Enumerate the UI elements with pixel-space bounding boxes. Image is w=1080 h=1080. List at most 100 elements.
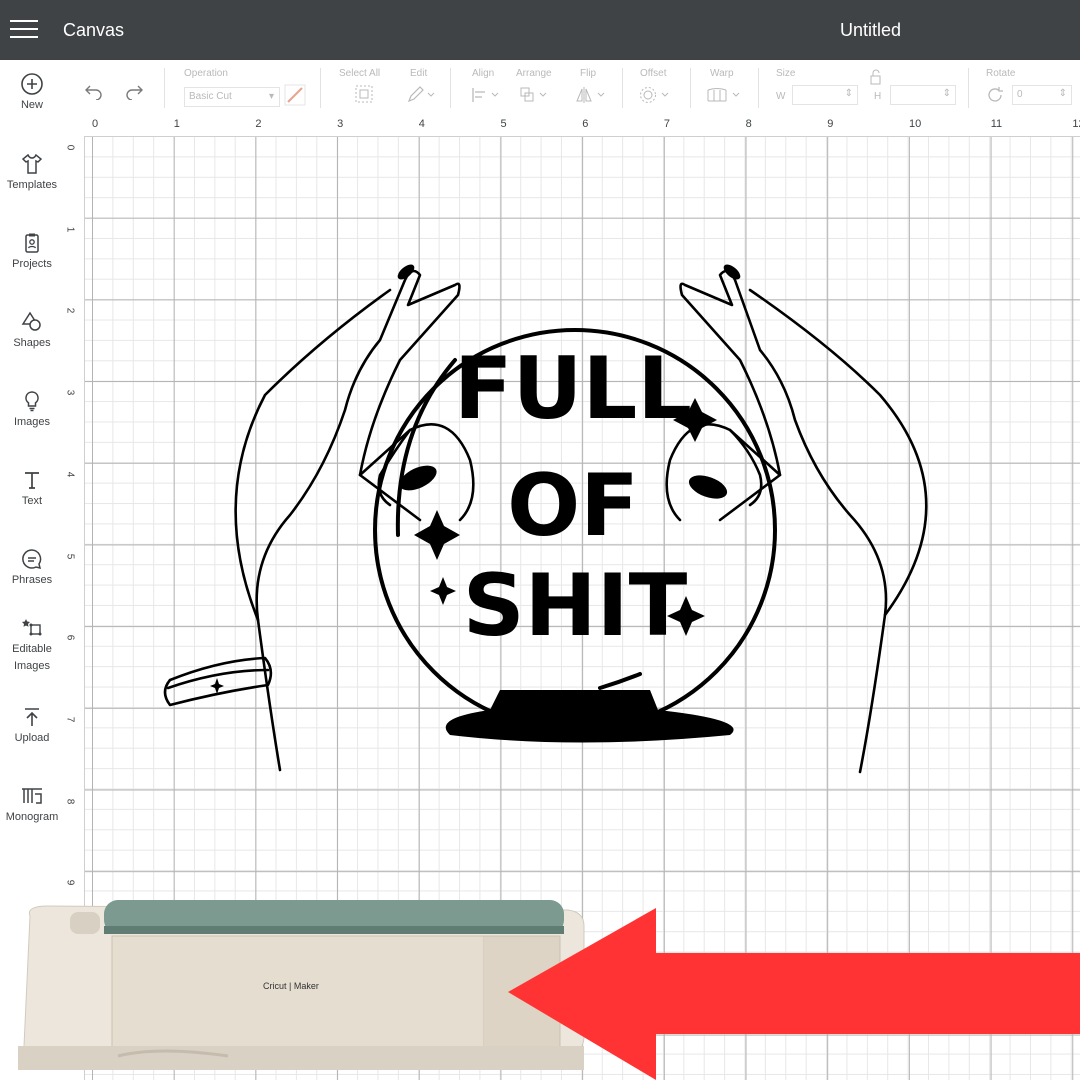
pen-color-swatch-icon[interactable] <box>284 84 306 106</box>
sidebar-label: New <box>20 99 43 111</box>
app-title: Canvas <box>63 20 125 40</box>
stepper-icon: ⇕ <box>942 88 951 99</box>
design-text-line-1: FULL <box>454 339 692 439</box>
ruler-tick-label: 1 <box>173 118 180 130</box>
toolbar-separator <box>450 68 451 108</box>
sparkle-star <box>210 678 224 694</box>
redo-icon[interactable] <box>124 80 144 100</box>
flip-icon[interactable] <box>574 86 608 104</box>
sidebar-item-phrases[interactable]: Phrases <box>0 547 64 589</box>
ruler-tick-label: 7 <box>64 716 76 723</box>
height-label: H <box>874 91 882 102</box>
monogram-icon <box>22 788 42 804</box>
operation-value: Basic Cut <box>189 91 232 102</box>
sidebar-label: Images <box>13 416 51 428</box>
ruler-tick-label: 2 <box>64 308 76 314</box>
ruler-tick-label: 6 <box>582 118 589 130</box>
ruler-tick-label: 0 <box>64 144 76 151</box>
sidebar-item-shapes[interactable]: Shapes <box>0 310 64 352</box>
ruler-tick-label: 5 <box>500 118 507 130</box>
ruler-tick-label: 3 <box>64 389 76 396</box>
sidebar-item-monogram[interactable]: Monogram <box>0 784 64 826</box>
stepper-icon: ⇕ <box>1058 88 1067 99</box>
crystal-ball-design[interactable]: FULL OF SHIT <box>150 260 990 790</box>
shirt-icon <box>21 153 43 174</box>
select-all-icon[interactable] <box>354 84 374 104</box>
ruler-tick-label: 7 <box>663 118 671 130</box>
ruler-tick-label: 3 <box>337 118 344 130</box>
sidebar-item-text[interactable]: Text <box>0 468 64 510</box>
operation-select[interactable]: Basic Cut ▾ <box>184 87 280 107</box>
ruler-tick-label: 10 <box>909 118 922 130</box>
select-all-label: Select All <box>339 68 381 79</box>
machine-brand: Cricut <box>263 981 287 991</box>
warp-label: Warp <box>710 68 734 79</box>
sidebar-item-editable-images[interactable]: Editable Images <box>0 616 64 675</box>
warp-icon[interactable] <box>706 86 744 104</box>
ball-stand <box>445 690 734 743</box>
fingernail <box>688 475 728 499</box>
ruler-tick-label: 2 <box>255 118 262 130</box>
ruler-tick-label: 5 <box>64 553 76 559</box>
sidebar-label: Text <box>21 495 43 507</box>
height-input[interactable]: ⇕ <box>890 85 956 105</box>
rotate-label: Rotate <box>986 68 1016 79</box>
red-arrow-icon <box>508 908 1080 1080</box>
toolbar-separator <box>320 68 321 108</box>
toolbar-separator <box>758 68 759 108</box>
width-input[interactable]: ⇕ <box>792 85 858 105</box>
edit-pencil-icon[interactable] <box>406 84 436 104</box>
align-label: Align <box>472 68 495 79</box>
align-icon[interactable] <box>470 86 502 104</box>
sidebar-item-projects[interactable]: Projects <box>0 231 64 273</box>
undo-icon[interactable] <box>84 80 104 100</box>
arrange-label: Arrange <box>516 68 552 79</box>
ruler-tick-label: 1 <box>64 226 76 232</box>
sparkle-star <box>430 577 456 605</box>
flip-label: Flip <box>580 68 597 79</box>
design-text-line-2: OF <box>507 456 639 556</box>
shapes-icon <box>21 311 41 331</box>
sidebar-item-new[interactable]: New <box>0 72 64 114</box>
upload-icon <box>25 708 39 726</box>
width-field[interactable]: W ⇕ <box>776 85 858 107</box>
design-text-line-3: SHIT <box>463 556 688 656</box>
stepper-icon: ⇕ <box>844 88 853 99</box>
sidebar-label: Monogram <box>5 811 59 823</box>
offset-icon[interactable] <box>638 86 672 104</box>
text-icon <box>25 472 39 489</box>
toolbar-separator <box>690 68 691 108</box>
height-field[interactable]: H ⇕ <box>874 85 956 107</box>
top-ruler: 0123456789101112 <box>64 116 1080 137</box>
ruler-tick-label: 6 <box>64 634 76 641</box>
document-title[interactable]: Untitled <box>840 20 901 41</box>
sidebar-item-upload[interactable]: Upload <box>0 705 64 747</box>
ruler-tick-label: 11 <box>990 118 1003 130</box>
editable-images-icon <box>22 619 42 636</box>
arrange-icon[interactable] <box>518 86 550 104</box>
edit-toolbar: Operation Basic Cut ▾ Select All Edit Al… <box>64 60 1080 117</box>
sidebar-item-templates[interactable]: Templates <box>0 152 64 194</box>
chevron-down-icon: ▾ <box>268 91 274 102</box>
sidebar-label: Phrases <box>11 574 53 586</box>
sidebar-label: Upload <box>14 732 50 744</box>
hamburger-menu-icon[interactable] <box>10 20 38 40</box>
lock-proportions-icon[interactable] <box>864 68 888 86</box>
edit-label: Edit <box>410 68 428 79</box>
ruler-tick-label: 8 <box>64 798 76 804</box>
rotate-value: 0 <box>1017 89 1023 100</box>
machine-model: Maker <box>293 981 319 991</box>
sidebar-label: Shapes <box>13 337 51 349</box>
size-label: Size <box>776 68 796 79</box>
toolbar-separator <box>164 68 165 108</box>
sidebar-label: Editable Images <box>12 643 52 672</box>
lightbulb-icon <box>25 391 39 412</box>
offset-label: Offset <box>640 68 667 79</box>
rotate-icon <box>988 87 1003 102</box>
plus-circle-icon <box>21 73 43 95</box>
speech-bubble-icon <box>22 549 42 570</box>
sparkle-star <box>414 510 460 560</box>
ruler-tick-label: 9 <box>827 118 834 130</box>
rotate-input[interactable]: 0 ⇕ <box>1012 85 1072 105</box>
sidebar-item-images[interactable]: Images <box>0 389 64 431</box>
